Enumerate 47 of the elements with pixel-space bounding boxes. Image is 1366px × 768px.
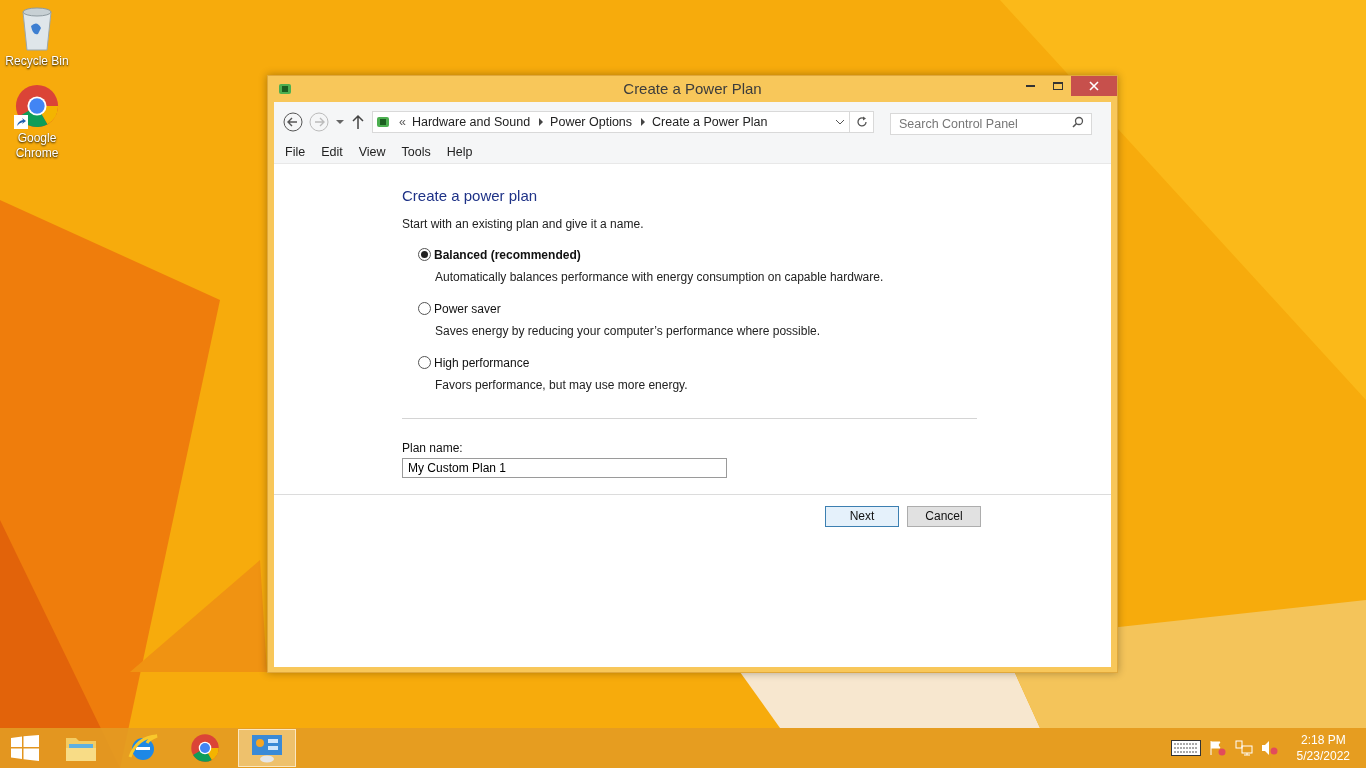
dialog-button[interactable]: Next (825, 505, 899, 527)
plan-name-label: Plan name: (402, 439, 464, 457)
control-panel-icon (250, 733, 284, 763)
menu-item[interactable]: Help (438, 143, 481, 162)
recycle-bin-icon[interactable] (19, 6, 55, 52)
plan-radio[interactable]: Power saver (418, 299, 1111, 318)
breadcrumb[interactable]: Create a Power Plan (652, 112, 768, 132)
search-icon (1072, 116, 1084, 128)
plan-description: Automatically balances performance with energy consumption on capable hardware. (435, 268, 885, 286)
back-icon[interactable] (282, 111, 304, 133)
page-heading: Create a power plan (402, 186, 539, 206)
menu-item[interactable]: File (277, 143, 314, 162)
windows-logo-icon (11, 735, 39, 761)
overflow-chevron[interactable]: « (399, 112, 406, 132)
intro-text: Start with an existing plan and give it a name. (402, 215, 645, 233)
dialog-button[interactable]: Cancel (907, 505, 981, 527)
taskbar-app-button[interactable] (238, 729, 296, 767)
chevron-right-icon (640, 118, 647, 126)
close-icon (1089, 81, 1099, 91)
search-field[interactable]: Search Control Panel (890, 113, 1092, 135)
chevron-right-icon (538, 118, 545, 126)
refresh-icon[interactable] (855, 116, 868, 128)
up-arrow-icon[interactable] (350, 113, 366, 131)
flag-icon[interactable] (1208, 740, 1227, 756)
radio-icon[interactable] (418, 302, 431, 315)
breadcrumb[interactable]: Power Options (550, 112, 633, 132)
radio-icon[interactable] (418, 356, 431, 369)
address-bar[interactable]: « Hardware and Sound Power Options Create a Power Plan (372, 111, 874, 133)
breadcrumb[interactable]: Hardware and Sound (411, 112, 531, 132)
keyboard-icon[interactable] (1170, 740, 1201, 756)
shortcut-arrow-icon (14, 115, 28, 129)
dropdown-icon[interactable] (835, 118, 845, 126)
plan-name-field[interactable]: My Custom Plan 1 (402, 457, 727, 478)
plan-radio[interactable]: Balanced (recommended) (418, 245, 1111, 264)
speaker-muted-icon[interactable] (1260, 740, 1279, 756)
dropdown-icon[interactable] (334, 117, 346, 127)
plan-radio[interactable]: High performance (418, 353, 1111, 372)
globe-e-icon (127, 733, 159, 763)
chrome-icon (190, 733, 220, 763)
plan-description: Favors performance, but may use more energy. (435, 376, 689, 394)
window-title: Create a Power Plan (623, 78, 762, 99)
menu-item[interactable]: Tools (393, 143, 439, 162)
menu-item[interactable]: View (350, 143, 394, 162)
chrome-icon (14, 83, 60, 129)
plan-description: Saves energy by reducing your computer’s performance where possible. (435, 322, 822, 340)
radio-icon[interactable] (418, 248, 431, 261)
menu-item[interactable]: Edit (313, 143, 351, 162)
